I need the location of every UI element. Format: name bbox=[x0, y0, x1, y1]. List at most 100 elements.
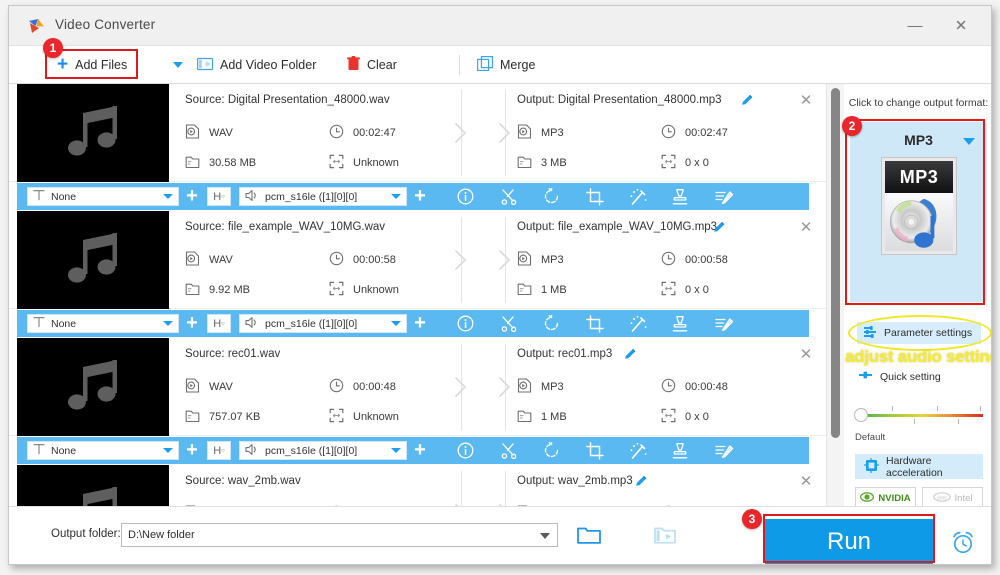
subtitle-edit-icon[interactable] bbox=[715, 188, 734, 205]
source-file-title: Source: rec01.wav bbox=[185, 348, 281, 360]
format-icon bbox=[185, 251, 200, 269]
sliders-icon bbox=[864, 325, 878, 341]
output-resolution-value: 0 x 0 bbox=[685, 284, 709, 296]
merge-button[interactable]: Merge bbox=[471, 46, 541, 84]
subtitle-track-select[interactable]: None bbox=[27, 441, 179, 460]
info-icon[interactable] bbox=[457, 315, 474, 332]
file-list-scrollbar[interactable] bbox=[827, 84, 844, 524]
slider-tick bbox=[892, 406, 893, 411]
magic-wand-icon[interactable] bbox=[629, 188, 647, 205]
output-file-size-value: 1 MB bbox=[541, 284, 567, 296]
crop-icon[interactable] bbox=[586, 315, 604, 333]
minimize-button[interactable]: — bbox=[893, 6, 937, 46]
add-subtitle-button[interactable]: + bbox=[179, 313, 205, 333]
clear-button[interactable]: Clear bbox=[341, 46, 403, 84]
add-audio-button[interactable]: + bbox=[407, 186, 433, 206]
chevron-down-icon[interactable] bbox=[391, 194, 401, 199]
remove-file-button[interactable]: ✕ bbox=[797, 92, 815, 110]
quick-setting-row[interactable]: Quick setting bbox=[859, 370, 941, 383]
close-button[interactable]: ✕ bbox=[939, 6, 983, 46]
remove-file-button[interactable]: ✕ bbox=[797, 473, 815, 491]
rotate-icon[interactable] bbox=[543, 441, 560, 459]
resolution-meta: Unknown bbox=[329, 154, 399, 172]
subtitle-track-value: None bbox=[51, 444, 77, 457]
audio-track-select[interactable]: pcm_s16le ([1][0][0] bbox=[239, 314, 407, 333]
file-row[interactable]: Source: rec01.wav WAV 00:00:48 757.07 KB… bbox=[9, 338, 826, 465]
trash-icon bbox=[347, 56, 360, 74]
remove-file-button[interactable]: ✕ bbox=[797, 219, 815, 237]
open-folder-button[interactable] bbox=[577, 524, 601, 550]
subtitle-track-select[interactable]: None bbox=[27, 187, 179, 206]
output-folder-input[interactable]: D:\New folder bbox=[121, 523, 558, 547]
edit-tools bbox=[457, 187, 734, 206]
scrollbar-thumb[interactable] bbox=[831, 88, 840, 438]
chevron-down-icon[interactable] bbox=[163, 194, 173, 199]
parameter-settings-button[interactable]: Parameter settings bbox=[857, 322, 981, 344]
chevron-down-icon[interactable] bbox=[391, 321, 401, 326]
output-format-value: MP3 bbox=[541, 127, 564, 139]
magic-wand-icon[interactable] bbox=[629, 442, 647, 459]
file-thumbnail[interactable] bbox=[17, 211, 169, 309]
slider-knob[interactable] bbox=[854, 408, 868, 422]
info-icon[interactable] bbox=[457, 188, 474, 205]
add-audio-button[interactable]: + bbox=[407, 440, 433, 460]
convert-arrow-icon bbox=[497, 249, 513, 271]
run-button[interactable]: Run bbox=[765, 519, 933, 564]
crop-icon[interactable] bbox=[586, 188, 604, 206]
file-row[interactable]: Source: file_example_WAV_10MG.wav WAV 00… bbox=[9, 211, 826, 338]
gpu-intel-label: Intel bbox=[954, 493, 973, 504]
audio-track-select[interactable]: pcm_s16le ([1][0][0] bbox=[239, 187, 407, 206]
scissors-icon[interactable] bbox=[500, 442, 517, 460]
rename-pencil-icon[interactable] bbox=[740, 93, 754, 112]
scissors-icon[interactable] bbox=[500, 315, 517, 333]
subtitle-track-select[interactable]: None bbox=[27, 314, 179, 333]
stamp-icon[interactable] bbox=[672, 188, 689, 205]
subtitle-icon bbox=[33, 443, 45, 458]
output-format-card[interactable]: MP3 MP3 bbox=[850, 122, 987, 302]
rotate-icon[interactable] bbox=[543, 314, 560, 332]
rename-pencil-icon[interactable] bbox=[634, 474, 648, 493]
chevron-down-icon[interactable] bbox=[163, 321, 173, 326]
add-files-dropdown-button[interactable] bbox=[167, 46, 189, 84]
chevron-down-icon bbox=[173, 62, 183, 68]
hardcode-subtitle-button[interactable]: H ○ bbox=[207, 314, 231, 333]
rename-pencil-icon[interactable] bbox=[712, 220, 726, 239]
file-size-icon bbox=[185, 281, 200, 299]
add-video-folder-button[interactable]: Add Video Folder bbox=[191, 46, 322, 84]
file-thumbnail[interactable] bbox=[17, 84, 169, 182]
slider-tick bbox=[958, 419, 959, 424]
chevron-down-icon[interactable] bbox=[963, 138, 975, 145]
scheduler-alarm-icon[interactable] bbox=[950, 529, 976, 560]
add-subtitle-button[interactable]: + bbox=[179, 186, 205, 206]
hardcode-subtitle-button[interactable]: H ○ bbox=[207, 187, 231, 206]
rename-pencil-icon[interactable] bbox=[623, 347, 637, 366]
bottom-bar: Output folder: D:\New folder Run bbox=[9, 506, 991, 564]
stamp-icon[interactable] bbox=[672, 315, 689, 332]
output-file-size-icon bbox=[517, 281, 532, 299]
subtitle-track-value: None bbox=[51, 190, 77, 203]
file-row[interactable]: Source: Digital Presentation_48000.wav W… bbox=[9, 84, 826, 211]
scissors-icon[interactable] bbox=[500, 188, 517, 206]
audio-track-select[interactable]: pcm_s16le ([1][0][0] bbox=[239, 441, 407, 460]
hardcode-subtitle-button[interactable]: H ○ bbox=[207, 441, 231, 460]
magic-wand-icon[interactable] bbox=[629, 315, 647, 332]
rotate-icon[interactable] bbox=[543, 187, 560, 205]
remove-file-button[interactable]: ✕ bbox=[797, 346, 815, 364]
info-icon[interactable] bbox=[457, 442, 474, 459]
output-file-size-meta: 3 MB bbox=[517, 154, 567, 172]
output-resolution-icon bbox=[661, 154, 676, 172]
crop-icon[interactable] bbox=[586, 442, 604, 460]
chevron-down-icon[interactable] bbox=[163, 448, 173, 453]
chevron-down-icon[interactable] bbox=[540, 533, 550, 539]
file-size-icon bbox=[185, 408, 200, 426]
stamp-icon[interactable] bbox=[672, 442, 689, 459]
file-thumbnail[interactable] bbox=[17, 338, 169, 436]
merge-label: Merge bbox=[500, 58, 536, 72]
add-audio-button[interactable]: + bbox=[407, 313, 433, 333]
subtitle-edit-icon[interactable] bbox=[715, 315, 734, 332]
subtitle-edit-icon[interactable] bbox=[715, 442, 734, 459]
chevron-down-icon[interactable] bbox=[391, 448, 401, 453]
slider-tick bbox=[914, 419, 915, 424]
add-subtitle-button[interactable]: + bbox=[179, 440, 205, 460]
hardware-acceleration-button[interactable]: Hardware acceleration bbox=[855, 454, 983, 479]
